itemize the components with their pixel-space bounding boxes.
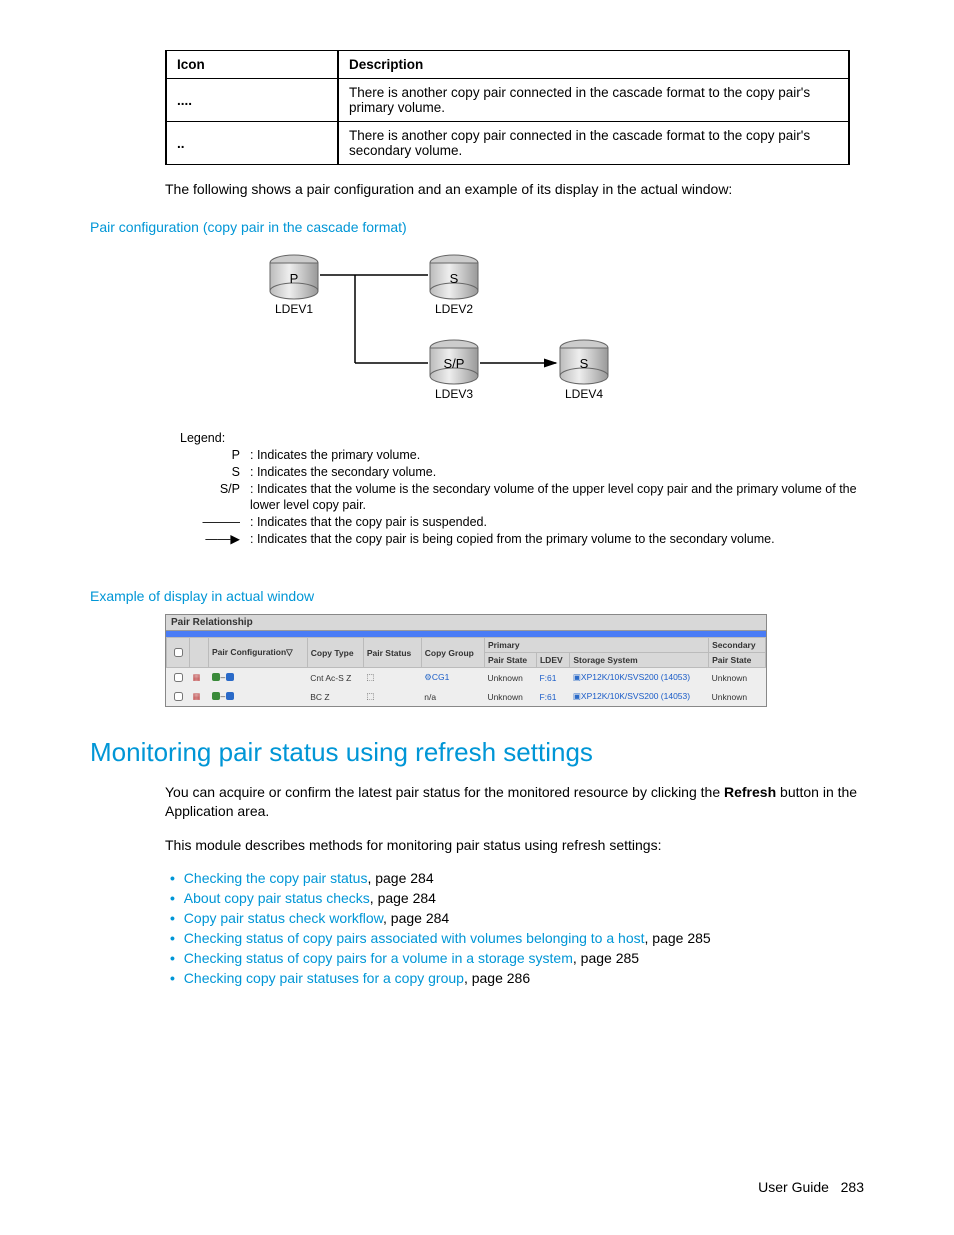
th-pair-state[interactable]: Pair State (484, 653, 536, 668)
cross-ref-link[interactable]: Copy pair status check workflow (184, 910, 383, 926)
copy-type-cell: Cnt Ac-S Z (307, 668, 363, 688)
pair-config-cell: – (209, 687, 308, 706)
th-icon (190, 638, 209, 668)
legend-text: : Indicates that the volume is the secon… (250, 481, 864, 515)
pair-status-cell: ⬚ (363, 668, 421, 688)
th-ldev[interactable]: LDEV (536, 653, 569, 668)
table-row[interactable]: ▦ – BC Z ⬚ n/a Unknown F:61 ▣XP12K/10K/S… (167, 687, 766, 706)
footer-label: User Guide (758, 1179, 829, 1195)
td-desc: There is another copy pair connected in … (338, 122, 849, 165)
legend-text: : Indicates the secondary volume. (250, 464, 864, 481)
th-icon: Icon (166, 51, 338, 79)
page-footer: User Guide 283 (758, 1179, 864, 1195)
cross-ref-link[interactable]: Checking status of copy pairs for a volu… (184, 950, 573, 966)
th-storage[interactable]: Storage System (570, 653, 709, 668)
diagram-label-ldev1: LDEV1 (275, 302, 313, 316)
pair-configuration-diagram: P LDEV1 S LDEV2 S/P LDEV3 S (180, 245, 760, 430)
list-item: Checking copy pair statuses for a copy g… (185, 970, 864, 986)
ldev-cell[interactable]: F:61 (536, 687, 569, 706)
diagram-label-sp: S/P (444, 356, 465, 371)
row-icon: ▦ (190, 668, 209, 688)
diagram-legend: Legend: P: Indicates the primary volume.… (180, 430, 864, 548)
list-item: Copy pair status check workflow, page 28… (185, 910, 864, 926)
diagram-label-s2: S (580, 356, 589, 371)
legend-title: Legend: (180, 430, 864, 447)
cross-ref-link[interactable]: Checking copy pair statuses for a copy g… (184, 970, 464, 986)
th-pair-config[interactable]: Pair Configuration▽ (209, 638, 308, 668)
diagram-label-p: P (290, 271, 299, 286)
row-checkbox[interactable] (174, 673, 183, 682)
legend-sym: ——— (180, 514, 250, 531)
figure-caption: Example of display in actual window (90, 588, 864, 604)
th-primary: Primary (484, 638, 708, 653)
ldev-cell[interactable]: F:61 (536, 668, 569, 688)
copy-group-link[interactable]: CG1 (432, 672, 449, 682)
paragraph: You can acquire or confirm the latest pa… (165, 783, 864, 821)
window-title: Pair Relationship (166, 615, 766, 631)
figure-caption: Pair configuration (copy pair in the cas… (90, 219, 864, 235)
row-checkbox[interactable] (174, 692, 183, 701)
section-heading: Monitoring pair status using refresh set… (90, 737, 864, 768)
paragraph: This module describes methods for monito… (165, 836, 864, 855)
storage-cell[interactable]: ▣XP12K/10K/SVS200 (14053) (570, 687, 709, 706)
legend-sym: S/P (180, 481, 250, 515)
storage-cell[interactable]: ▣XP12K/10K/SVS200 (14053) (570, 668, 709, 688)
pair-relationship-window: Pair Relationship Pair Configuration▽ Co… (165, 614, 767, 707)
table-row[interactable]: ▦ – Cnt Ac-S Z ⬚ ⚙CG1 Unknown F:61 ▣XP12… (167, 668, 766, 688)
diagram-label-s: S (450, 271, 459, 286)
diagram-label-ldev4: LDEV4 (565, 387, 603, 401)
th-pair-status[interactable]: Pair Status (363, 638, 421, 668)
select-all-checkbox[interactable] (174, 648, 183, 657)
list-item: Checking status of copy pairs for a volu… (185, 950, 864, 966)
icon-description-table: Icon Description .... There is another c… (165, 50, 850, 165)
th-copy-group[interactable]: Copy Group (421, 638, 484, 668)
legend-text: : Indicates the primary volume. (250, 447, 864, 464)
row-icon: ▦ (190, 687, 209, 706)
cross-ref-link[interactable]: Checking the copy pair status (184, 870, 368, 886)
pair-config-cell: – (209, 668, 308, 688)
copy-group-cell[interactable]: ⚙CG1 (421, 668, 484, 688)
legend-text: : Indicates that the copy pair is being … (250, 531, 864, 548)
pair-state-cell: Unknown (484, 687, 536, 706)
cross-ref-link[interactable]: About copy pair status checks (184, 890, 370, 906)
td-icon: .. (166, 122, 338, 165)
diagram-label-ldev2: LDEV2 (435, 302, 473, 316)
list-item: Checking status of copy pairs associated… (185, 930, 864, 946)
cross-ref-link[interactable]: Checking status of copy pairs associated… (184, 930, 645, 946)
pair-status-cell: ⬚ (363, 687, 421, 706)
legend-sym: S (180, 464, 250, 481)
list-item: About copy pair status checks, page 284 (185, 890, 864, 906)
list-item: Checking the copy pair status, page 284 (185, 870, 864, 886)
th-secondary: Secondary (709, 638, 766, 653)
pair-state2-cell: Unknown (709, 668, 766, 688)
pair-state-cell: Unknown (484, 668, 536, 688)
copy-type-cell: BC Z (307, 687, 363, 706)
legend-sym: P (180, 447, 250, 464)
pair-state2-cell: Unknown (709, 687, 766, 706)
th-desc: Description (338, 51, 849, 79)
legend-sym: ——▶ (180, 531, 250, 548)
th-copy-type[interactable]: Copy Type (307, 638, 363, 668)
th-pair-state2[interactable]: Pair State (709, 653, 766, 668)
link-list: Checking the copy pair status, page 284 … (185, 870, 864, 986)
copy-group-cell: n/a (421, 687, 484, 706)
diagram-label-ldev3: LDEV3 (435, 387, 473, 401)
td-desc: There is another copy pair connected in … (338, 79, 849, 122)
pair-table: Pair Configuration▽ Copy Type Pair Statu… (166, 637, 766, 706)
page-number: 283 (841, 1179, 864, 1195)
paragraph: The following shows a pair configuration… (165, 180, 864, 199)
legend-text: : Indicates that the copy pair is suspen… (250, 514, 864, 531)
td-icon: .... (166, 79, 338, 122)
